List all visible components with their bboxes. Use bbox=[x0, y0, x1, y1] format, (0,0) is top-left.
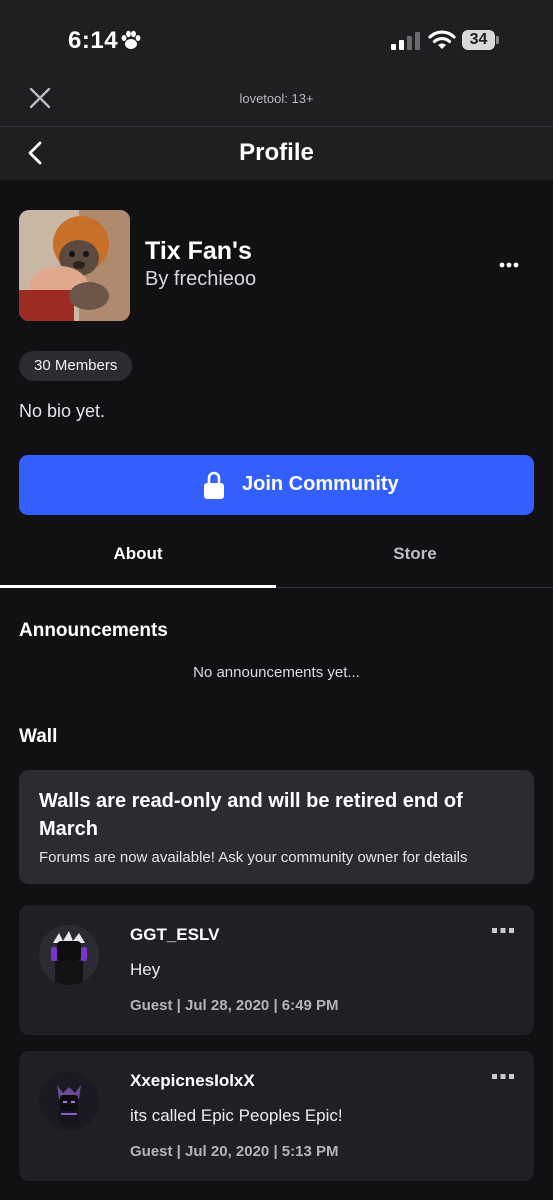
post-meta: Guest | Jul 20, 2020 | 5:13 PM bbox=[130, 1143, 339, 1160]
join-community-button[interactable]: Join Community bbox=[19, 455, 534, 515]
tab-about[interactable]: About bbox=[0, 530, 276, 587]
tab-store[interactable]: Store bbox=[277, 530, 553, 587]
browser-title: lovetool: 13+ bbox=[239, 91, 314, 106]
notice-title: Walls are read-only and will be retired … bbox=[39, 790, 463, 840]
wifi-icon bbox=[428, 30, 456, 49]
nav-bar: Profile bbox=[0, 127, 553, 180]
post-author[interactable]: XxepicnesIolxX bbox=[130, 1071, 255, 1091]
join-community-label: Join Community bbox=[242, 473, 399, 495]
post-author[interactable]: GGT_ESLV bbox=[130, 925, 219, 945]
cellular-signal-icon bbox=[391, 32, 420, 50]
avatar[interactable] bbox=[39, 925, 99, 985]
paw-icon bbox=[121, 30, 141, 49]
avatar[interactable] bbox=[39, 1071, 99, 1131]
more-options-icon[interactable] bbox=[498, 258, 520, 272]
battery-tip bbox=[496, 36, 499, 44]
browser-bar: lovetool: 13+ bbox=[0, 80, 553, 127]
tab-bar: About Store bbox=[0, 530, 553, 588]
active-tab-indicator bbox=[0, 585, 276, 588]
status-time: 6:14 bbox=[68, 27, 119, 54]
group-bio: No bio yet. bbox=[19, 401, 106, 421]
members-count-badge[interactable]: 30 Members bbox=[19, 351, 133, 381]
wall-heading: Wall bbox=[19, 726, 58, 747]
post-meta: Guest | Jul 28, 2020 | 6:49 PM bbox=[130, 997, 339, 1014]
page-title: Profile bbox=[239, 139, 314, 166]
battery-indicator: 34 bbox=[462, 30, 499, 50]
wall-retirement-notice: Walls are read-only and will be retired … bbox=[19, 770, 534, 884]
group-name: Tix Fan's bbox=[145, 237, 252, 265]
announcements-empty-text: No announcements yet... bbox=[193, 664, 360, 681]
announcements-heading: Announcements bbox=[19, 620, 168, 641]
battery-level: 34 bbox=[462, 30, 495, 50]
post-text: Hey bbox=[130, 960, 161, 979]
post-more-options-icon[interactable] bbox=[491, 1073, 515, 1081]
wall-post: GGT_ESLV Hey Guest | Jul 28, 2020 | 6:49… bbox=[19, 905, 534, 1035]
group-icon-image bbox=[19, 210, 130, 321]
status-bar: 6:14 34 bbox=[0, 0, 553, 80]
group-owner[interactable]: By frechieoo bbox=[145, 268, 256, 291]
post-text: its called Epic Peoples Epic! bbox=[130, 1106, 343, 1125]
notice-body: Forums are now available! Ask your commu… bbox=[39, 849, 468, 866]
lock-icon bbox=[204, 471, 224, 499]
wall-post: XxepicnesIolxX its called Epic Peoples E… bbox=[19, 1051, 534, 1181]
post-more-options-icon[interactable] bbox=[491, 927, 515, 935]
